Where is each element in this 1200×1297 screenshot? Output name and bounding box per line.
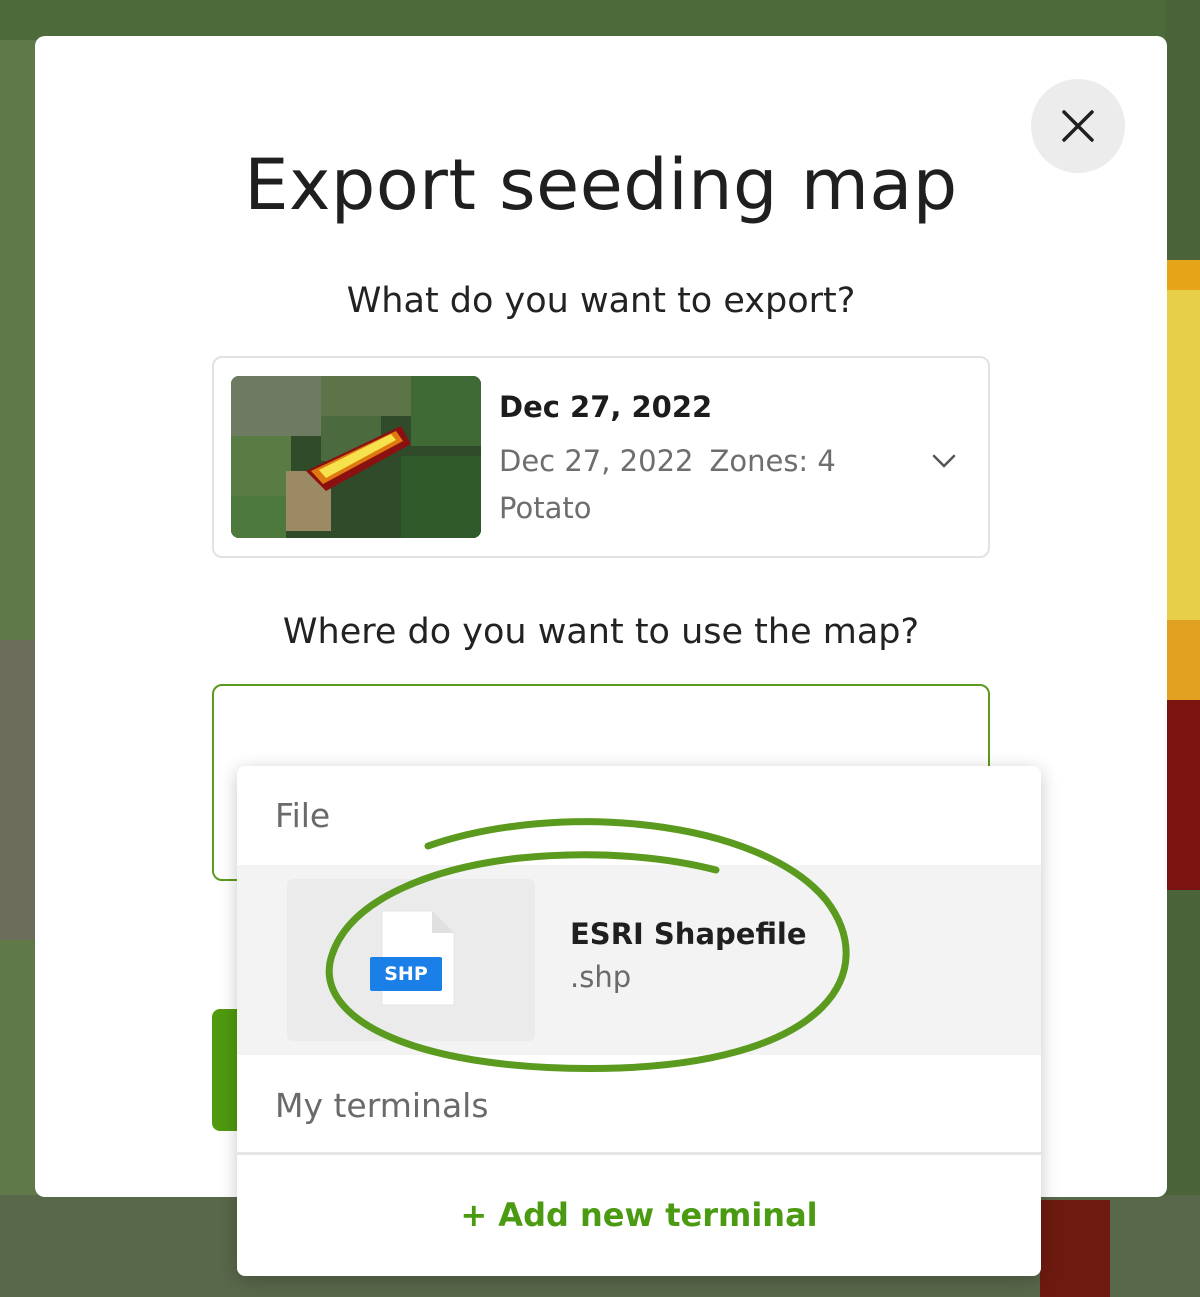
- option-title: ESRI Shapefile: [570, 917, 807, 951]
- destination-dropdown: File SHP ESRI Shapefile .shp My terminal…: [237, 766, 1041, 1276]
- option-extension: .shp: [570, 960, 632, 994]
- shp-badge: SHP: [370, 957, 442, 991]
- chevron-down-icon: [932, 454, 956, 468]
- map-date: Dec 27, 2022: [499, 444, 694, 478]
- export-question: What do you want to export?: [346, 281, 856, 321]
- file-tile: SHP: [287, 879, 535, 1041]
- map-title: Dec 27, 2022: [499, 390, 713, 424]
- use-question: Where do you want to use the map?: [282, 612, 920, 652]
- section-file-label: File: [275, 796, 331, 835]
- section-terminals-label: My terminals: [275, 1086, 489, 1125]
- map-thumbnail: [231, 376, 481, 538]
- map-select[interactable]: Dec 27, 2022 Dec 27, 2022 Zones: 4 Potato: [212, 356, 990, 558]
- close-icon: [1062, 110, 1094, 142]
- map-zones: Zones: 4: [709, 444, 836, 478]
- map-crop: Potato: [499, 491, 592, 525]
- option-esri-shapefile[interactable]: SHP ESRI Shapefile .shp: [237, 865, 1041, 1055]
- add-terminal-button[interactable]: + Add new terminal: [237, 1196, 1041, 1234]
- modal-title: Export seeding map: [244, 144, 958, 226]
- divider: [237, 1152, 1041, 1155]
- map-details: Dec 27, 2022 Zones: 4: [499, 444, 852, 478]
